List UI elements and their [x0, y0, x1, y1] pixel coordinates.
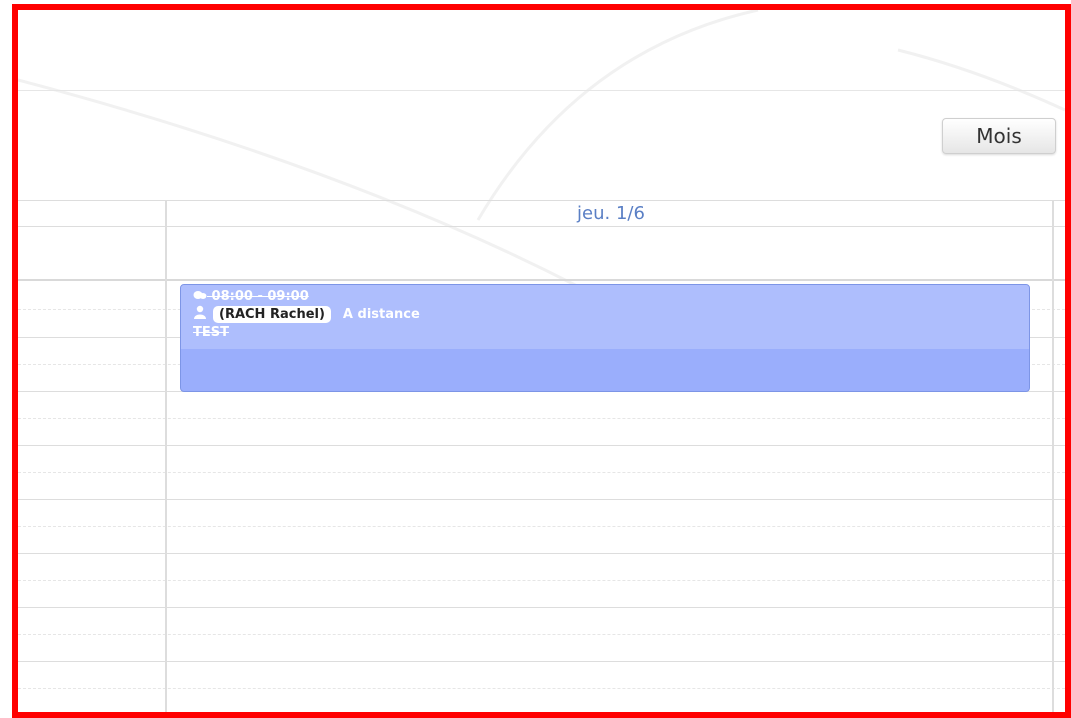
half-hour-line — [18, 634, 1065, 636]
screenshot-frame: Mois jeu. 1/6 08:00 - 09:00 (RACH Rachel… — [12, 4, 1071, 718]
day-header[interactable]: jeu. 1/6 — [170, 200, 1052, 226]
day-column-divider — [1052, 200, 1054, 712]
clock-icon — [193, 289, 207, 304]
header-bottom-line — [18, 226, 1065, 227]
event-person-row: (RACH Rachel) A distance — [193, 305, 420, 323]
hour-line — [18, 445, 1065, 446]
week-calendar-grid: jeu. 1/6 08:00 - 09:00 (RACH Rachel) A d… — [18, 200, 1065, 712]
time-column-divider — [165, 200, 167, 712]
user-icon — [193, 305, 207, 323]
event-time-row: 08:00 - 09:00 — [193, 289, 309, 304]
half-hour-line — [18, 688, 1065, 690]
half-hour-line — [18, 526, 1065, 528]
half-hour-line — [18, 418, 1065, 420]
event-time: 08:00 - 09:00 — [211, 289, 309, 304]
event-location: A distance — [342, 306, 420, 322]
hour-line — [18, 661, 1065, 662]
hour-line — [18, 607, 1065, 608]
calendar-event[interactable]: 08:00 - 09:00 (RACH Rachel) A distance T… — [180, 284, 1030, 392]
half-hour-line — [18, 580, 1065, 582]
half-hour-line — [18, 472, 1065, 474]
hour-line — [18, 499, 1065, 500]
header-divider — [18, 90, 1065, 91]
month-view-button[interactable]: Mois — [942, 118, 1056, 154]
trainer-badge: (RACH Rachel) — [213, 305, 331, 323]
all-day-bottom-line — [18, 279, 1065, 281]
hour-line — [18, 553, 1065, 554]
event-title: TEST — [193, 325, 229, 340]
